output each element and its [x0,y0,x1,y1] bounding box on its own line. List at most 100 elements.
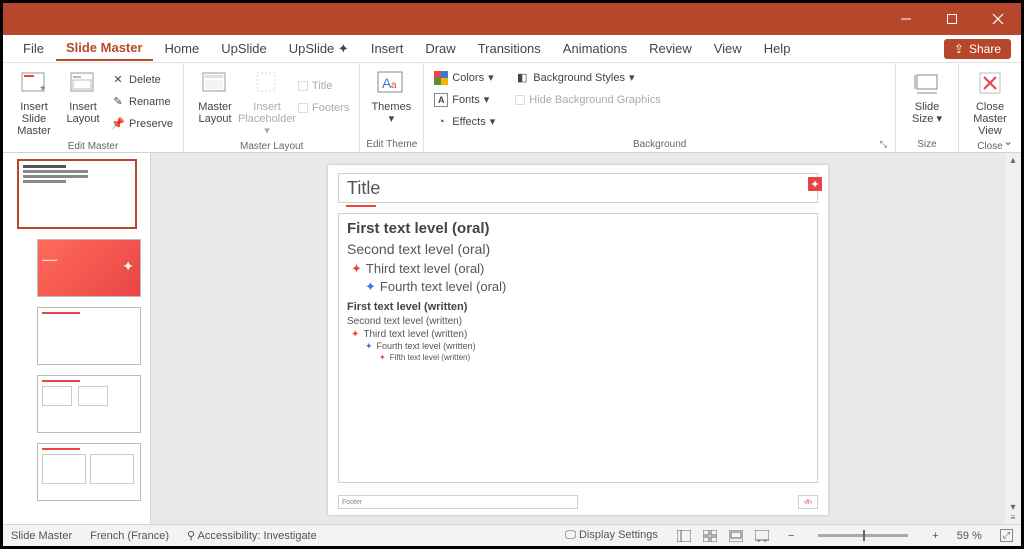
tab-review[interactable]: Review [639,37,702,60]
sorter-view-button[interactable] [702,529,718,543]
collapse-ribbon-button[interactable]: ⌄ [1003,134,1013,148]
zoom-level[interactable]: 59 % [957,530,982,542]
logo-placeholder[interactable]: ✦ [808,177,822,191]
display-settings-button[interactable]: 🖵 Display Settings [565,529,658,542]
thumbnail-layout-3[interactable] [37,375,141,433]
effects-button[interactable]: ◔Effects ▾ [430,111,499,132]
svg-text:a: a [391,80,397,91]
hide-bg-checkbox[interactable]: Hide Background Graphics [511,89,664,110]
bullet-icon: ✦ [379,353,386,362]
thumbnail-pane[interactable]: 1 ━━━━━ ✦ [3,153,151,524]
insert-placeholder-button[interactable]: Insert Placeholder ▾ [242,65,292,139]
zoom-out-button[interactable]: − [788,530,794,542]
colors-button[interactable]: Colors ▾ [430,67,499,88]
text-level-4-written: ✦Fourth text level (written) [347,341,809,352]
thumbnail-layout-2[interactable] [37,307,141,365]
group-master-layout: Master Layout Insert Placeholder ▾ Title… [184,63,360,152]
group-label-edit-theme: Edit Theme [366,137,417,150]
text-level-2-written: Second text level (written) [347,316,809,327]
delete-button[interactable]: ✕Delete [107,69,177,90]
group-background: Colors ▾ AFonts ▾ ◔Effects ▾ ◧Background… [424,63,896,152]
bullet-icon: ✦ [365,279,376,294]
group-size: Slide Size ▾ Size [896,63,959,152]
slide-size-icon [911,67,943,99]
status-accessibility[interactable]: ⚲ Accessibility: Investigate [187,529,317,542]
bullet-icon: ✦ [365,341,373,351]
close-window-button[interactable] [975,3,1021,35]
fit-to-window-button[interactable]: ⤢ [1000,529,1013,542]
group-edit-theme: Aa Themes▾ Edit Theme [360,63,424,152]
insert-layout-icon [67,67,99,99]
slideshow-button[interactable] [754,529,770,543]
tab-view[interactable]: View [704,37,752,60]
dialog-launcher-icon[interactable]: ⤡ [880,139,887,150]
tab-slide-master[interactable]: Slide Master [56,36,153,61]
text-level-5-written: ✦Fifth text level (written) [347,353,809,362]
share-button[interactable]: ⇪Share [944,39,1011,59]
group-label-edit-master: Edit Master [9,139,177,152]
status-mode[interactable]: Slide Master [11,530,72,542]
footers-checkbox[interactable]: Footers [294,97,353,118]
themes-button[interactable]: Aa Themes▾ [366,65,416,127]
thumbnail-master[interactable] [17,159,137,229]
share-icon: ⇪ [954,42,964,56]
zoom-slider[interactable] [818,534,908,537]
tab-insert[interactable]: Insert [361,37,414,60]
footer-placeholder[interactable]: Footer [338,495,578,509]
title-checkbox[interactable]: Title [294,75,353,96]
title-underline [346,205,376,207]
slide-size-button[interactable]: Slide Size ▾ [902,65,952,127]
colors-icon [434,71,448,85]
scroll-down-icon[interactable]: ▾ [1010,502,1015,513]
text-level-2-oral: Second text level (oral) [347,241,809,257]
group-label-background: Background [633,139,686,150]
svg-text:*: * [40,82,46,97]
accessibility-icon: ⚲ [187,530,195,542]
tab-home[interactable]: Home [155,37,210,60]
minimize-button[interactable] [883,3,929,35]
checkbox-icon [298,103,308,113]
checkbox-icon [515,95,525,105]
reading-view-button[interactable] [728,529,744,543]
slide-canvas[interactable]: ✦ Title First text level (oral) Second t… [151,153,1005,524]
tab-upslide-2[interactable]: UpSlide ✦ [279,37,359,61]
delete-icon: ✕ [111,73,125,87]
body-placeholder[interactable]: First text level (oral) Second text leve… [338,213,818,483]
close-master-view-button[interactable]: Close Master View [965,65,1015,139]
maximize-button[interactable] [929,3,975,35]
thumbnail-layout-1[interactable]: ━━━━━ ✦ [37,239,141,297]
tab-file[interactable]: File [13,37,54,60]
status-language[interactable]: French (France) [90,530,169,542]
tab-draw[interactable]: Draw [415,37,465,60]
workspace: 1 ━━━━━ ✦ [3,153,1021,524]
tab-upslide[interactable]: UpSlide [211,37,277,60]
zoom-in-button[interactable]: + [932,530,938,542]
thumbnail-layout-4[interactable] [37,443,141,501]
insert-slide-master-button[interactable]: * Insert Slide Master [9,65,59,139]
slide-number-placeholder[interactable]: ‹#› [798,495,818,509]
rename-icon: ✎ [111,95,125,109]
normal-view-button[interactable] [676,529,692,543]
title-bar [3,3,1021,35]
group-edit-master: * Insert Slide Master Insert Layout ✕Del… [3,63,184,152]
master-layout-icon [199,67,231,99]
split-up-icon[interactable]: ≡ [1011,513,1016,522]
group-label-size: Size [902,137,952,150]
display-icon: 🖵 [565,529,576,541]
background-styles-button[interactable]: ◧Background Styles ▾ [511,67,664,88]
slide-master-editor[interactable]: ✦ Title First text level (oral) Second t… [328,165,828,515]
fonts-button[interactable]: AFonts ▾ [430,89,499,110]
text-level-1-oral: First text level (oral) [347,220,809,237]
title-placeholder[interactable]: Title [338,173,818,203]
master-layout-button[interactable]: Master Layout [190,65,240,127]
text-level-1-written: First text level (written) [347,301,809,313]
scroll-up-icon[interactable]: ▴ [1010,155,1015,166]
tab-transitions[interactable]: Transitions [468,37,551,60]
rename-button[interactable]: ✎Rename [107,91,177,112]
view-buttons [676,529,770,543]
insert-layout-button[interactable]: Insert Layout [61,65,105,127]
preserve-button[interactable]: 📌Preserve [107,113,177,134]
tab-animations[interactable]: Animations [553,37,637,60]
tab-help[interactable]: Help [754,37,801,60]
vertical-scrollbar[interactable]: ▴ ▾ ≡ [1005,153,1021,524]
